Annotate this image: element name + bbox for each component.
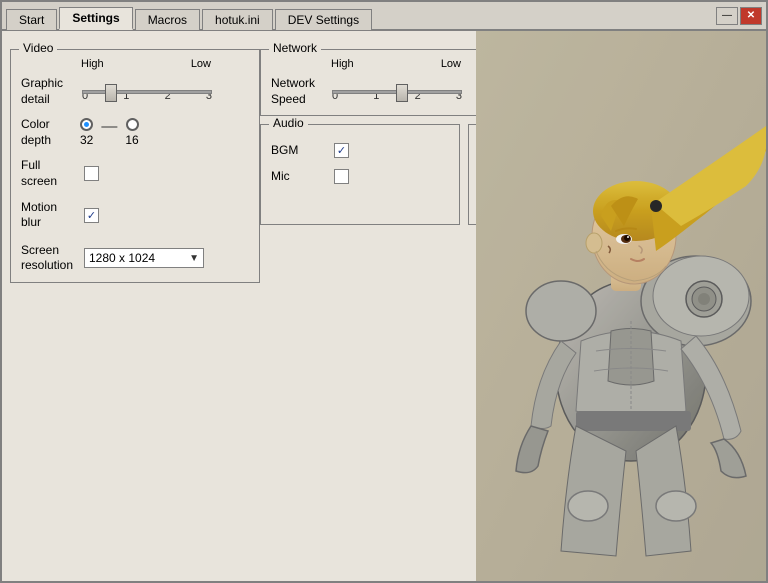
bgm-checkbox[interactable]: [334, 143, 349, 158]
resolution-value: 1280 x 1024: [89, 251, 155, 265]
color-16-option[interactable]: 16: [125, 118, 138, 147]
video-section: Video High Low Graphic detail 0 1: [10, 49, 260, 283]
main-window: Start Settings Macros hotuk.ini DEV Sett…: [0, 0, 768, 583]
fullscreen-label: Full screen: [21, 158, 76, 189]
graphic-low-label: Low: [191, 58, 211, 70]
color-depth-label: Color depth: [21, 117, 76, 148]
mic-checkbox[interactable]: [334, 169, 349, 184]
mic-label: Mic: [271, 169, 326, 185]
network-title: Network: [269, 41, 321, 55]
video-title: Video: [19, 41, 57, 55]
motion-blur-checkbox[interactable]: [84, 208, 99, 223]
character-illustration: [476, 31, 766, 581]
tab-macros[interactable]: Macros: [135, 9, 200, 30]
graphic-detail-track: [82, 90, 212, 94]
color-16-radio[interactable]: [126, 118, 139, 131]
resolution-label: Screen resolution: [21, 243, 76, 274]
network-speed-slider-container: 0 1 2 3: [332, 82, 462, 102]
network-speed-track: [332, 90, 462, 94]
close-button[interactable]: ✕: [740, 7, 762, 25]
tab-hotuk[interactable]: hotuk.ini: [202, 9, 273, 30]
resolution-dropdown[interactable]: 1280 x 1024 ▼: [84, 248, 204, 268]
graphic-detail-slider-container: 0 1 2 3: [82, 82, 212, 102]
network-speed-thumb[interactable]: [396, 84, 408, 102]
dropdown-arrow-icon: ▼: [189, 253, 199, 264]
color-depth-row: Color depth 32 — 16: [21, 117, 249, 148]
window-controls: — ✕: [716, 7, 762, 25]
bgm-row: BGM: [271, 143, 449, 159]
tab-dev-settings[interactable]: DEV Settings: [275, 9, 372, 30]
graphic-high-low: High Low: [81, 58, 211, 70]
resolution-row: Screen resolution 1280 x 1024 ▼: [21, 243, 249, 274]
graphic-detail-row: Graphic detail 0 1 2 3: [21, 76, 249, 107]
tab-settings[interactable]: Settings: [59, 7, 132, 30]
character-svg: [476, 31, 766, 581]
tab-bar: Start Settings Macros hotuk.ini DEV Sett…: [2, 2, 766, 31]
graphic-detail-label: Graphic detail: [21, 76, 76, 107]
motion-blur-row: Motion blur: [21, 200, 249, 231]
motion-blur-label: Motion blur: [21, 200, 76, 231]
mic-row: Mic: [271, 169, 449, 185]
graphic-detail-thumb[interactable]: [105, 84, 117, 102]
network-high-label: High: [331, 58, 354, 70]
audio-title: Audio: [269, 116, 308, 130]
graphic-high-label: High: [81, 58, 104, 70]
tab-start[interactable]: Start: [6, 9, 57, 30]
network-speed-label: Network Speed: [271, 76, 326, 107]
content-area: Video High Low Graphic detail 0 1: [2, 31, 766, 581]
fullscreen-checkbox[interactable]: [84, 166, 99, 181]
minimize-button[interactable]: —: [716, 7, 738, 25]
bgm-label: BGM: [271, 143, 326, 159]
color-32-radio[interactable]: [80, 118, 93, 131]
color-dash: —: [101, 118, 117, 136]
left-panel: Video High Low Graphic detail 0 1: [10, 39, 260, 573]
color-32-label: 32: [80, 133, 93, 147]
color-16-label: 16: [125, 133, 138, 147]
audio-section: Audio BGM Mic: [260, 124, 460, 224]
color-32-option[interactable]: 32: [80, 118, 93, 147]
network-high-low: High Low: [331, 58, 461, 70]
fullscreen-row: Full screen: [21, 158, 249, 189]
network-low-label: Low: [441, 58, 461, 70]
